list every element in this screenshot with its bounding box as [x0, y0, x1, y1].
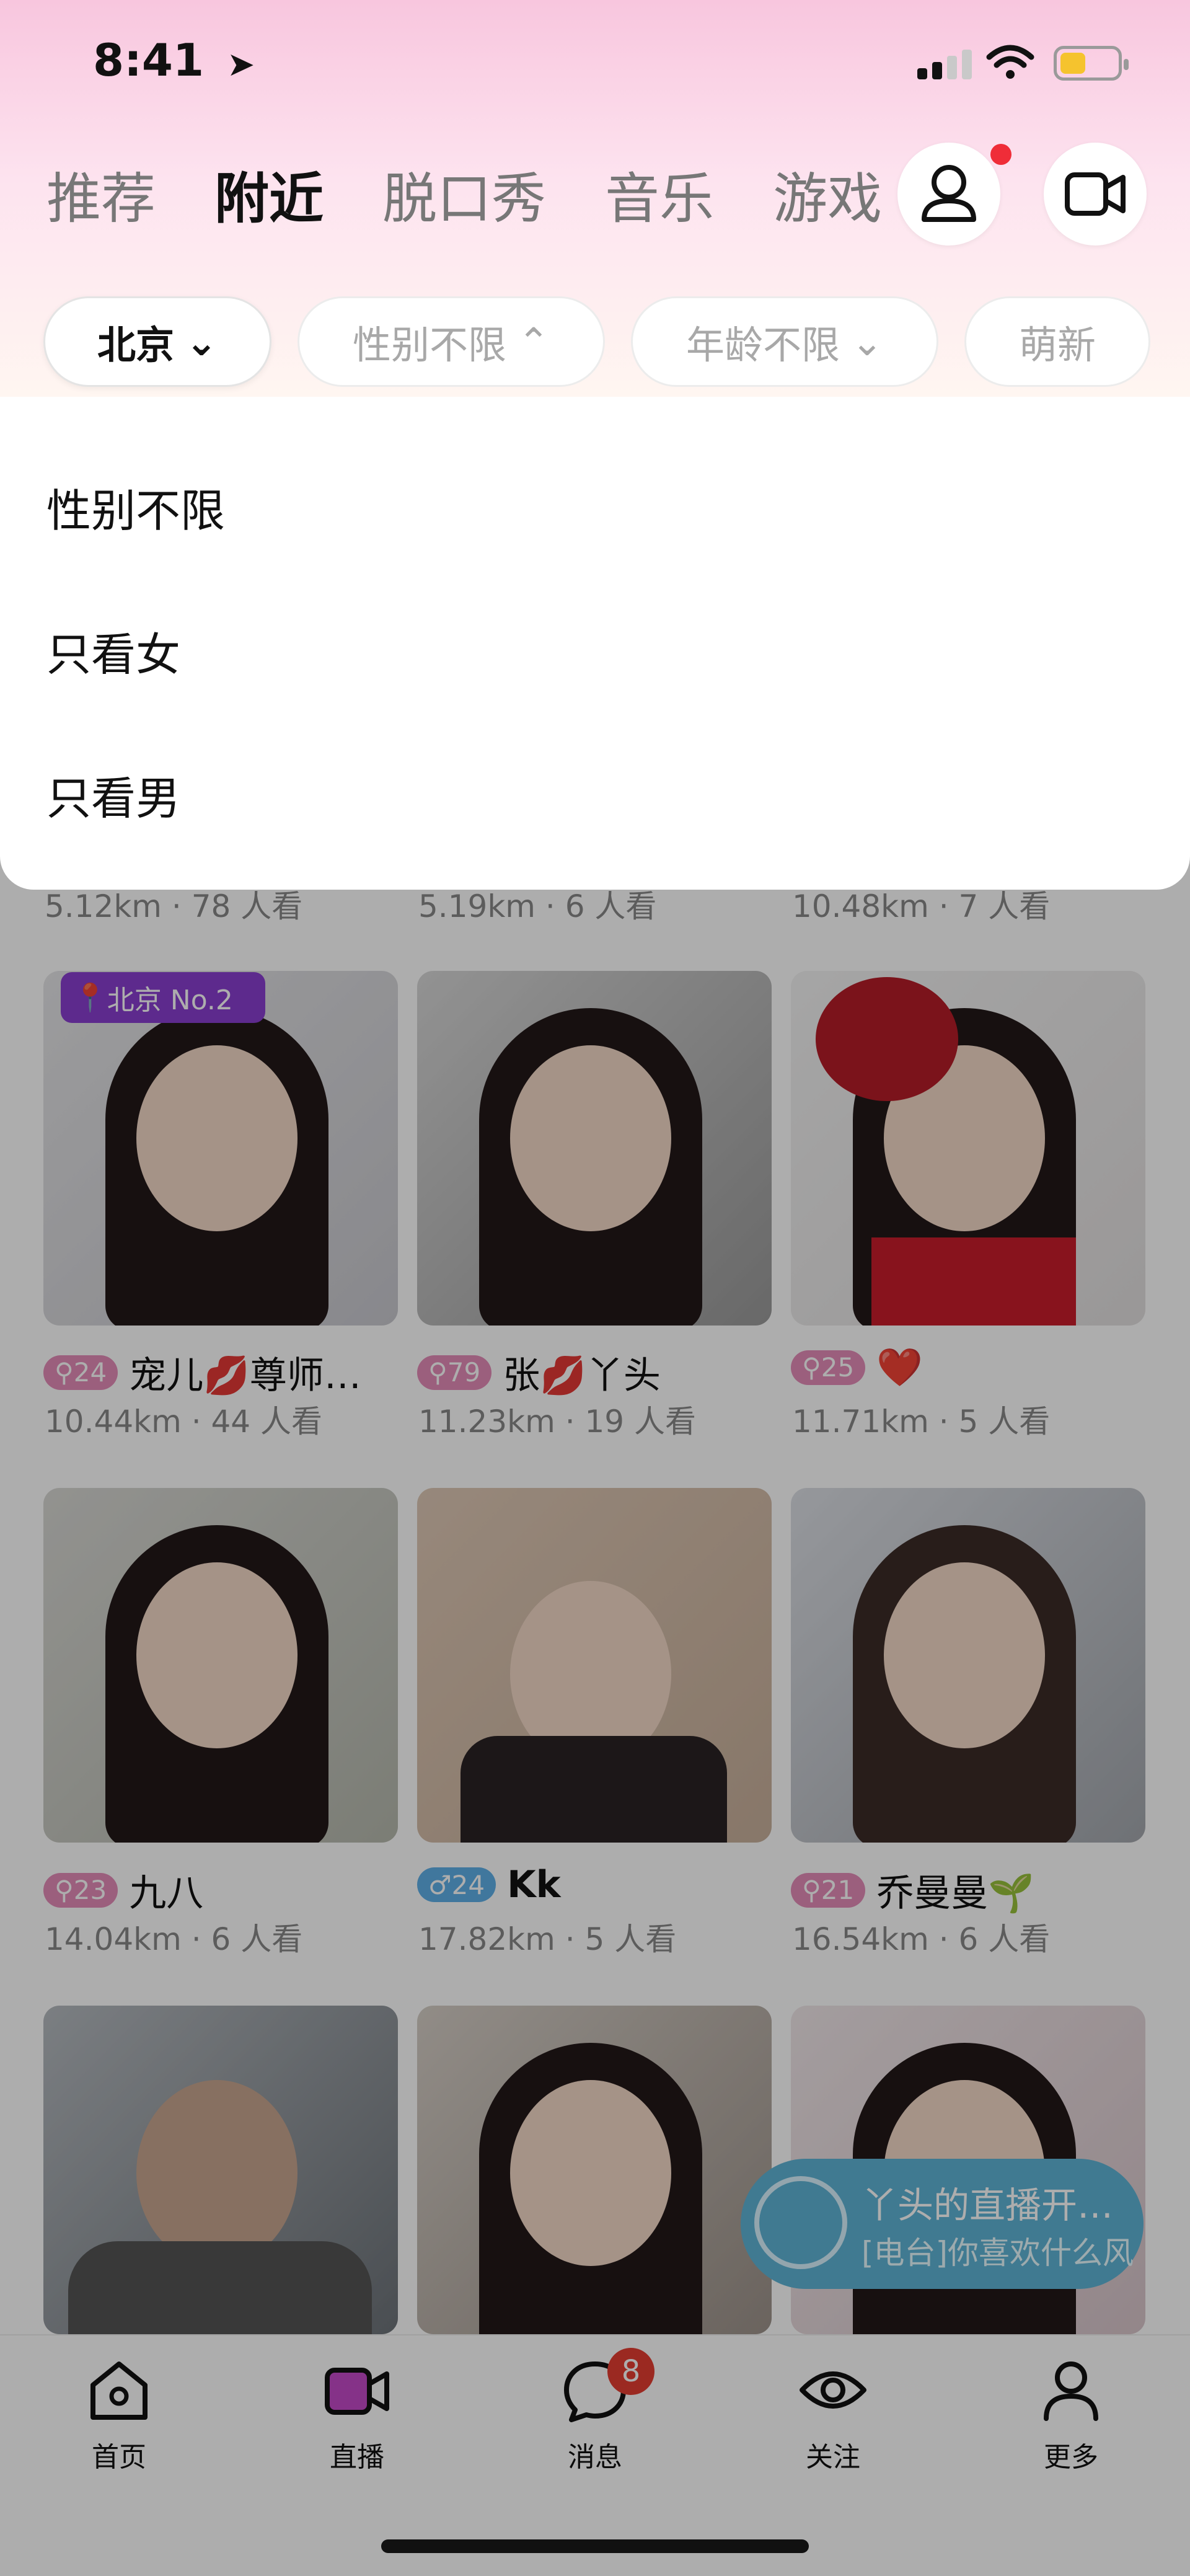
- user-icon: [922, 165, 976, 222]
- app-screen: 8:41 ➤ 推荐 附近 脱口秀 音乐 游戏 北京 ⌄ 性别不限 ⌃ 年龄不限 …: [0, 0, 1190, 2576]
- option-male-only[interactable]: 只看男: [46, 762, 180, 827]
- filter-newbie[interactable]: 萌新: [964, 296, 1150, 387]
- filter-age-label: 年龄不限: [686, 322, 840, 368]
- top-tabs: 推荐 附近 脱口秀 音乐 游戏: [46, 155, 882, 234]
- header: 8:41 ➤ 推荐 附近 脱口秀 音乐 游戏 北京 ⌄ 性别不限 ⌃ 年龄不限 …: [0, 0, 1190, 397]
- cellular-signal-icon: [917, 48, 973, 79]
- filter-gender-label: 性别不限: [353, 322, 507, 368]
- time-text: 8:41: [93, 34, 205, 86]
- chevron-down-icon: ⌄: [185, 319, 218, 365]
- go-live-button[interactable]: [1044, 143, 1147, 246]
- chevron-down-icon: ⌄: [851, 319, 883, 365]
- home-indicator: [381, 2539, 809, 2553]
- battery-icon: [1054, 46, 1129, 81]
- location-arrow-icon: ➤: [227, 45, 255, 84]
- wifi-icon: [986, 45, 1034, 79]
- tab-game[interactable]: 游戏: [773, 155, 882, 234]
- filter-gender[interactable]: 性别不限 ⌃: [298, 296, 605, 387]
- video-icon: [1065, 172, 1126, 216]
- option-female-only[interactable]: 只看女: [46, 618, 180, 683]
- option-gender-any[interactable]: 性别不限: [46, 474, 225, 539]
- gender-dropdown: 性别不限 只看女 只看男: [0, 397, 1190, 890]
- chevron-up-icon: ⌃: [518, 319, 550, 365]
- tab-nearby[interactable]: 附近: [214, 155, 324, 234]
- filter-age[interactable]: 年龄不限 ⌄: [631, 296, 938, 387]
- filter-city-label: 北京: [97, 322, 175, 368]
- tab-recommend[interactable]: 推荐: [46, 155, 156, 234]
- tab-music[interactable]: 音乐: [605, 155, 714, 234]
- status-time: 8:41 ➤: [93, 34, 255, 86]
- filter-newbie-label: 萌新: [1018, 322, 1096, 368]
- notification-dot: [990, 144, 1011, 165]
- filter-city[interactable]: 北京 ⌄: [43, 296, 271, 387]
- tab-standup[interactable]: 脱口秀: [382, 155, 546, 234]
- profile-button[interactable]: [897, 143, 1000, 246]
- filter-bar: 北京 ⌄ 性别不限 ⌃ 年龄不限 ⌄ 萌新: [43, 296, 1184, 389]
